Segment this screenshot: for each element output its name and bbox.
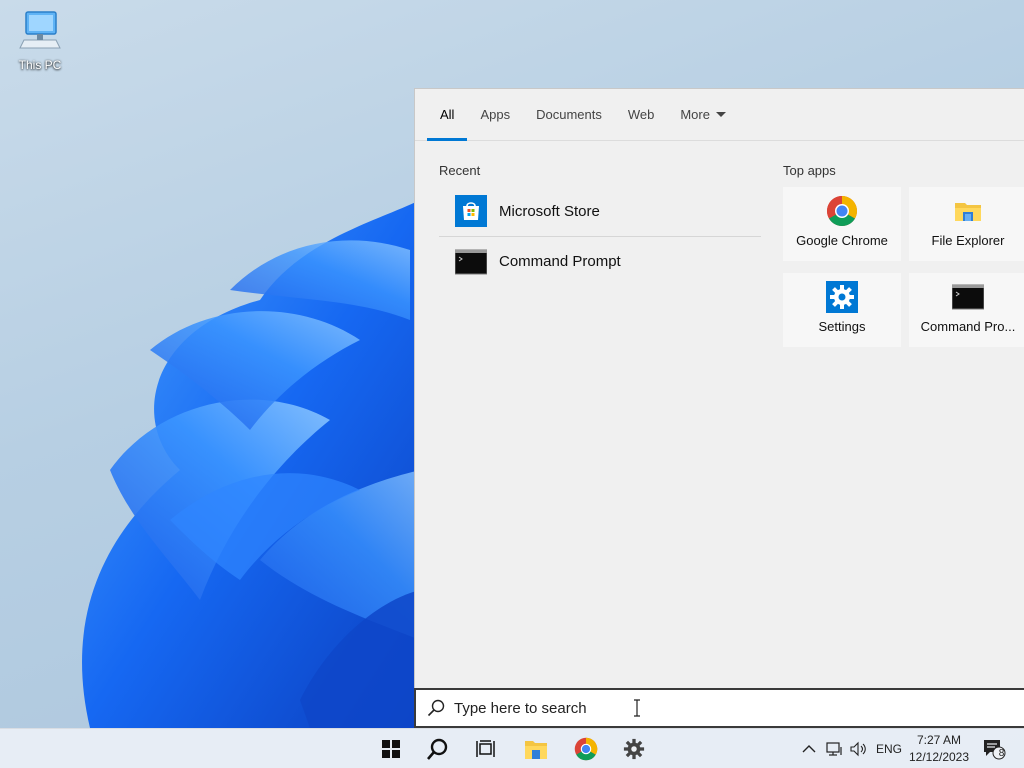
volume-button[interactable] — [850, 729, 868, 768]
tab-web[interactable]: Web — [615, 89, 668, 140]
chevron-up-icon — [802, 745, 816, 753]
taskbar-search-box[interactable] — [414, 688, 1024, 728]
desktop-icon-label: This PC — [18, 58, 62, 72]
command-prompt-icon — [952, 284, 984, 310]
top-app-label: Google Chrome — [796, 233, 888, 248]
recent-list: Microsoft Store Command Prompt — [439, 186, 761, 286]
search-flyout: All Apps Documents Web More Recent Micro… — [414, 88, 1024, 688]
taskbar-search-button[interactable] — [418, 733, 458, 765]
task-view-button[interactable] — [466, 733, 506, 765]
language-indicator[interactable]: ENG — [876, 729, 902, 768]
top-app-label: Command Pro... — [920, 319, 1016, 334]
start-icon — [382, 740, 400, 758]
recent-section-title: Recent — [439, 163, 481, 178]
taskbar-settings[interactable] — [614, 733, 654, 765]
notification-center-button[interactable]: 8 — [982, 729, 1006, 768]
command-prompt-icon — [455, 249, 487, 274]
top-app-command-prompt[interactable]: Command Pro... — [909, 273, 1024, 347]
recent-item-command-prompt[interactable]: Command Prompt — [439, 236, 761, 286]
tab-label: All — [440, 107, 455, 122]
settings-gear-icon — [826, 281, 858, 313]
top-app-label: Settings — [818, 319, 866, 334]
task-view-icon — [476, 740, 495, 757]
chrome-icon — [826, 196, 858, 227]
network-icon — [826, 742, 842, 756]
search-tabs: All Apps Documents Web More — [415, 89, 1024, 141]
file-explorer-icon — [525, 741, 547, 759]
clock[interactable]: 7:27 AM 12/12/2023 — [900, 732, 978, 766]
volume-icon — [850, 741, 866, 757]
tab-label: Apps — [480, 107, 511, 122]
search-icon — [427, 738, 448, 760]
tab-label: Web — [627, 107, 655, 122]
notification-count-badge: 8 — [998, 748, 1005, 759]
language-label: ENG — [876, 742, 903, 756]
start-button[interactable] — [371, 733, 411, 765]
top-app-google-chrome[interactable]: Google Chrome — [783, 187, 901, 261]
tray-overflow-button[interactable] — [802, 729, 816, 768]
computer-icon — [19, 11, 61, 49]
taskbar-chrome[interactable] — [566, 733, 606, 765]
top-app-label: File Explorer — [931, 233, 1005, 248]
settings-gear-icon — [623, 738, 645, 760]
tab-label: Documents — [536, 107, 602, 122]
taskbar-file-explorer[interactable] — [516, 733, 556, 765]
tab-all[interactable]: All — [427, 89, 468, 141]
desktop-icon-this-pc[interactable]: This PC — [12, 8, 68, 72]
clock-time: 7:27 AM — [916, 733, 962, 747]
chrome-icon — [574, 737, 598, 761]
file-explorer-icon — [955, 203, 981, 221]
top-apps-section-title: Top apps — [783, 163, 836, 178]
network-button[interactable] — [826, 729, 844, 768]
microsoft-store-icon — [455, 195, 487, 227]
tab-label: More — [680, 107, 710, 122]
taskbar: ENG 7:27 AM 12/12/2023 8 — [0, 728, 1024, 768]
search-input[interactable] — [454, 699, 854, 717]
top-app-settings[interactable]: Settings — [783, 273, 901, 347]
search-icon — [427, 699, 445, 717]
text-cursor-icon — [634, 699, 640, 717]
recent-item-label: Command Prompt — [499, 253, 621, 270]
recent-item-microsoft-store[interactable]: Microsoft Store — [439, 186, 761, 236]
clock-date: 12/12/2023 — [908, 750, 970, 764]
tab-more[interactable]: More — [667, 89, 739, 140]
tab-apps[interactable]: Apps — [467, 89, 523, 140]
tab-documents[interactable]: Documents — [523, 89, 615, 140]
recent-item-label: Microsoft Store — [499, 202, 600, 220]
chevron-down-icon — [715, 112, 726, 117]
top-app-file-explorer[interactable]: File Explorer — [909, 187, 1024, 261]
